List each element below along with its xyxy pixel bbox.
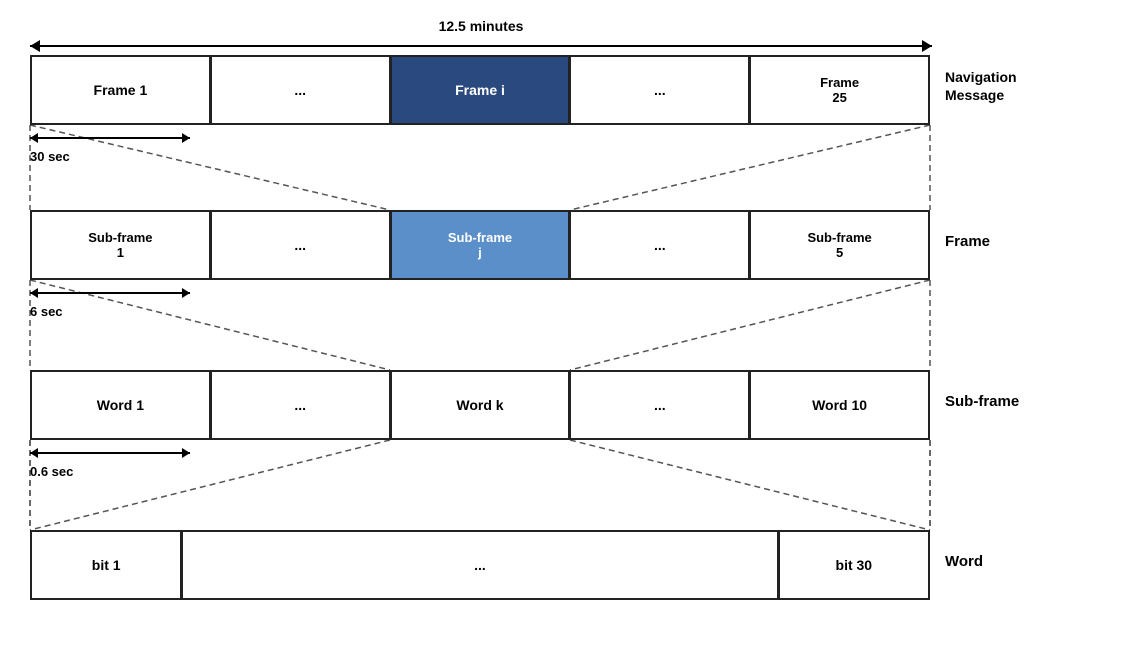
frame-arrow-label: 6 sec xyxy=(30,304,190,319)
cell-frame1: Frame 1 xyxy=(30,55,210,125)
arrow-left-head xyxy=(30,40,40,52)
frame-arrow: 6 sec xyxy=(30,285,190,319)
diagram: 12.5 minutes Frame 1 ... Frame i .. xyxy=(0,0,1132,665)
top-arrow-container: 12.5 minutes xyxy=(30,18,932,54)
cell-bit1: bit 1 xyxy=(30,530,181,600)
cell-frame25: Frame25 xyxy=(749,55,930,125)
subframe-arrow-label: 0.6 sec xyxy=(30,464,190,479)
top-arrow-label: 12.5 minutes xyxy=(439,18,524,34)
cell-word10: Word 10 xyxy=(749,370,930,440)
cell-word1: Word 1 xyxy=(30,370,210,440)
cell-dots4: ... xyxy=(569,210,749,280)
nav-arrow-label: 30 sec xyxy=(30,149,190,164)
cell-dots1: ... xyxy=(210,55,390,125)
nav-arrow: 30 sec xyxy=(30,130,190,164)
top-arrow-line xyxy=(30,38,932,54)
frame-row: Sub-frame1 ... Sub-framej ... Sub-frame5 xyxy=(30,210,930,280)
cell-dots7: ... xyxy=(181,530,777,600)
cell-dots6: ... xyxy=(569,370,749,440)
word-label: Word xyxy=(945,553,983,570)
nav-message-row: Frame 1 ... Frame i ... Frame25 xyxy=(30,55,930,125)
cell-dots3: ... xyxy=(210,210,390,280)
cell-wordk: Word k xyxy=(390,370,570,440)
nav-message-label: NavigationMessage xyxy=(945,68,1017,104)
subframe-arrow: 0.6 sec xyxy=(30,445,190,479)
cell-bit30: bit 30 xyxy=(778,530,930,600)
subframe-label: Sub-frame xyxy=(945,393,1019,410)
cell-subframej: Sub-framej xyxy=(390,210,570,280)
frame-label: Frame xyxy=(945,233,990,250)
cell-framei: Frame i xyxy=(390,55,570,125)
cell-subframe5: Sub-frame5 xyxy=(749,210,930,280)
cell-dots2: ... xyxy=(569,55,749,125)
cell-dots5: ... xyxy=(210,370,390,440)
subframe-row: Word 1 ... Word k ... Word 10 xyxy=(30,370,930,440)
word-row: bit 1 ... bit 30 xyxy=(30,530,930,600)
cell-subframe1: Sub-frame1 xyxy=(30,210,210,280)
